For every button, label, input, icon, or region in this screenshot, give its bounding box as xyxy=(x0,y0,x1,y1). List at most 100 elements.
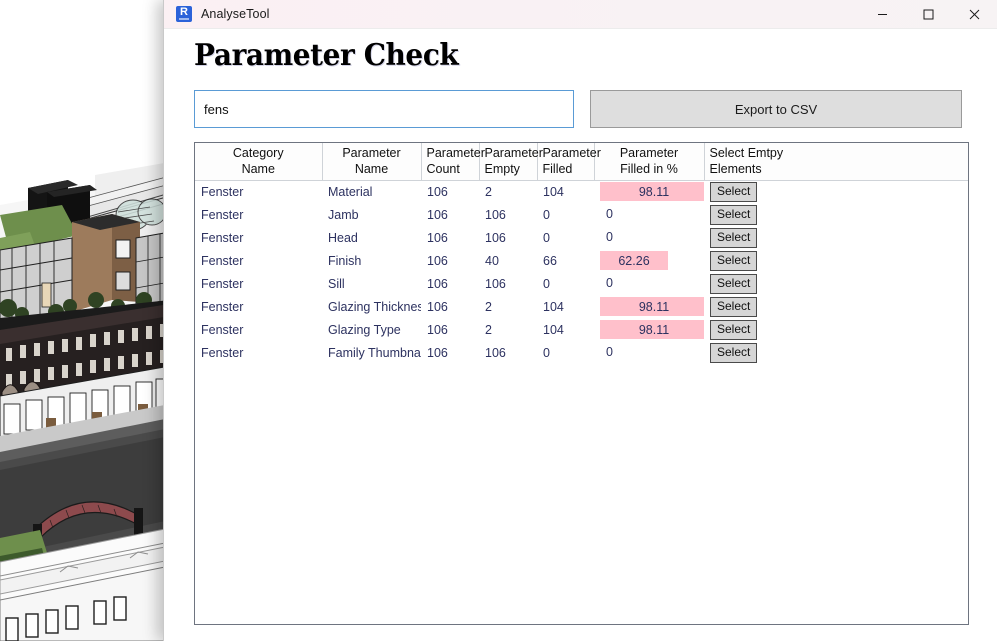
table-row[interactable]: Fenster Sill 106 106 0 0 Select xyxy=(195,272,968,295)
select-button[interactable]: Select xyxy=(710,204,758,225)
cell-parameter-filled-percent: 98.11 xyxy=(594,295,704,318)
cell-parameter-name: Material xyxy=(328,184,373,199)
table-row[interactable]: Fenster Glazing Type 106 2 104 98.11 Select xyxy=(195,318,968,341)
column-header-parameter-filled[interactable]: Parameter Filled xyxy=(537,143,601,181)
cell-parameter-empty: 106 xyxy=(485,345,506,360)
header-line-2: Name xyxy=(241,162,275,177)
screen: AnalyseTool xyxy=(0,0,997,641)
cell-parameter-name: Finish xyxy=(328,253,362,268)
cell-parameter-filled: 0 xyxy=(543,276,550,291)
cell-select-empty-elements: Select xyxy=(704,295,968,318)
window-title: AnalyseTool xyxy=(201,7,270,21)
cell-parameter-count: 106 xyxy=(427,322,448,337)
cell-parameter-filled: 66 xyxy=(543,253,557,268)
cell-parameter-empty: 2 xyxy=(485,184,492,199)
cell-parameter-count: 106 xyxy=(427,299,448,314)
cell-select-empty-elements: Select xyxy=(704,226,968,249)
cell-category-name: Fenster xyxy=(201,253,244,268)
header-line-1: Parameter xyxy=(619,146,679,161)
cell-parameter-count: 106 xyxy=(427,207,448,222)
cell-parameter-count: 106 xyxy=(427,230,448,245)
cell-select-empty-elements: Select xyxy=(704,318,968,341)
cell-select-empty-elements: Select xyxy=(704,203,968,226)
header-line-2: Elements xyxy=(709,162,762,177)
cell-select-empty-elements: Select xyxy=(704,272,968,295)
column-header-parameter-filled-percent[interactable]: Parameter Filled in % xyxy=(594,143,705,181)
cell-category-name: Fenster xyxy=(201,299,244,314)
revit-r-icon xyxy=(176,5,192,22)
cell-parameter-filled-percent: 0 xyxy=(594,272,704,295)
page-title: Parameter Check xyxy=(194,38,459,73)
export-to-csv-button[interactable]: Export to CSV xyxy=(590,90,962,128)
select-button[interactable]: Select xyxy=(710,250,758,271)
cell-parameter-count: 106 xyxy=(427,276,448,291)
cell-parameter-name: Head xyxy=(328,230,358,245)
cell-parameter-count: 106 xyxy=(427,345,448,360)
cell-parameter-filled-percent: 0 xyxy=(594,226,704,249)
table-row[interactable]: Fenster Family Thumbnail 106 106 0 0 Select xyxy=(195,341,968,364)
header-line-1: Parameter xyxy=(426,146,485,161)
cell-parameter-empty: 106 xyxy=(485,230,506,245)
search-input[interactable] xyxy=(194,90,574,128)
header-line-2: Empty xyxy=(484,162,520,177)
header-line-2: Name xyxy=(354,162,389,177)
cell-parameter-name: Glazing Type xyxy=(328,322,401,337)
cell-parameter-filled-percent: 98.11 xyxy=(594,180,704,203)
percent-bar: 62.26 xyxy=(600,251,668,270)
header-line-2: Count xyxy=(426,162,460,177)
select-button[interactable]: Select xyxy=(710,227,758,248)
cell-parameter-empty: 40 xyxy=(485,253,499,268)
select-button[interactable]: Select xyxy=(710,342,758,363)
column-header-select-empty-elements[interactable]: Select Emtpy Elements xyxy=(704,143,968,181)
cell-parameter-filled-percent: 62.26 xyxy=(594,249,704,272)
header-line-1: Category xyxy=(232,146,284,161)
percent-value: 0 xyxy=(606,207,613,221)
select-button[interactable]: Select xyxy=(710,273,758,294)
cell-parameter-name: Glazing Thickness xyxy=(328,299,421,314)
cell-parameter-count: 106 xyxy=(427,184,448,199)
cell-parameter-filled-percent: 0 xyxy=(594,341,704,364)
percent-bar: 98.11 xyxy=(600,182,704,202)
header-line-1: Select Emtpy xyxy=(709,146,784,161)
cell-parameter-name: Jamb xyxy=(328,207,359,222)
cell-category-name: Fenster xyxy=(201,230,244,245)
column-header-parameter-count[interactable]: Parameter Count xyxy=(421,143,485,181)
close-icon xyxy=(969,9,979,20)
percent-bar: 98.11 xyxy=(600,320,704,339)
cell-parameter-empty: 106 xyxy=(485,276,506,291)
parameter-table: Category Name Parameter Name Parameter C… xyxy=(195,143,968,364)
minimize-icon xyxy=(877,14,887,15)
percent-bar: 98.11 xyxy=(600,297,704,316)
cell-select-empty-elements: Select xyxy=(704,180,968,203)
cell-parameter-empty: 106 xyxy=(485,207,506,222)
percent-value: 0 xyxy=(606,345,613,359)
cell-parameter-filled: 104 xyxy=(543,299,564,314)
window-controls xyxy=(859,0,997,29)
cell-parameter-empty: 2 xyxy=(485,322,492,337)
cell-parameter-filled-percent: 0 xyxy=(594,203,704,226)
maximize-button[interactable] xyxy=(905,0,951,29)
window-titlebar[interactable]: AnalyseTool xyxy=(164,0,997,29)
header-line-2: Filled xyxy=(542,162,573,177)
table-row[interactable]: Fenster Finish 106 40 66 62.26 Select xyxy=(195,249,968,272)
table-row[interactable]: Fenster Material 106 2 104 98.11 Select xyxy=(195,180,968,203)
select-button[interactable]: Select xyxy=(710,181,758,202)
select-button[interactable]: Select xyxy=(710,296,758,317)
header-line-1: Parameter xyxy=(484,146,543,161)
cell-category-name: Fenster xyxy=(201,276,244,291)
cell-select-empty-elements: Select xyxy=(704,341,968,364)
header-line-2: Filled in % xyxy=(620,162,678,177)
minimize-button[interactable] xyxy=(859,0,905,29)
column-header-category-name[interactable]: Category Name xyxy=(195,143,323,181)
parameter-table-container[interactable]: Category Name Parameter Name Parameter C… xyxy=(194,142,969,625)
column-header-parameter-empty[interactable]: Parameter Empty xyxy=(479,143,543,181)
close-button[interactable] xyxy=(951,0,997,29)
table-row[interactable]: Fenster Glazing Thickness 106 2 104 98.11 Sele… xyxy=(195,295,968,318)
table-row[interactable]: Fenster Jamb 106 106 0 0 Select xyxy=(195,203,968,226)
cell-select-empty-elements: Select xyxy=(704,249,968,272)
select-button[interactable]: Select xyxy=(710,319,758,340)
column-header-parameter-name[interactable]: Parameter Name xyxy=(322,143,422,181)
table-row[interactable]: Fenster Head 106 106 0 0 Select xyxy=(195,226,968,249)
table-header-row: Category Name Parameter Name Parameter C… xyxy=(195,143,968,181)
percent-value: 0 xyxy=(606,230,613,244)
